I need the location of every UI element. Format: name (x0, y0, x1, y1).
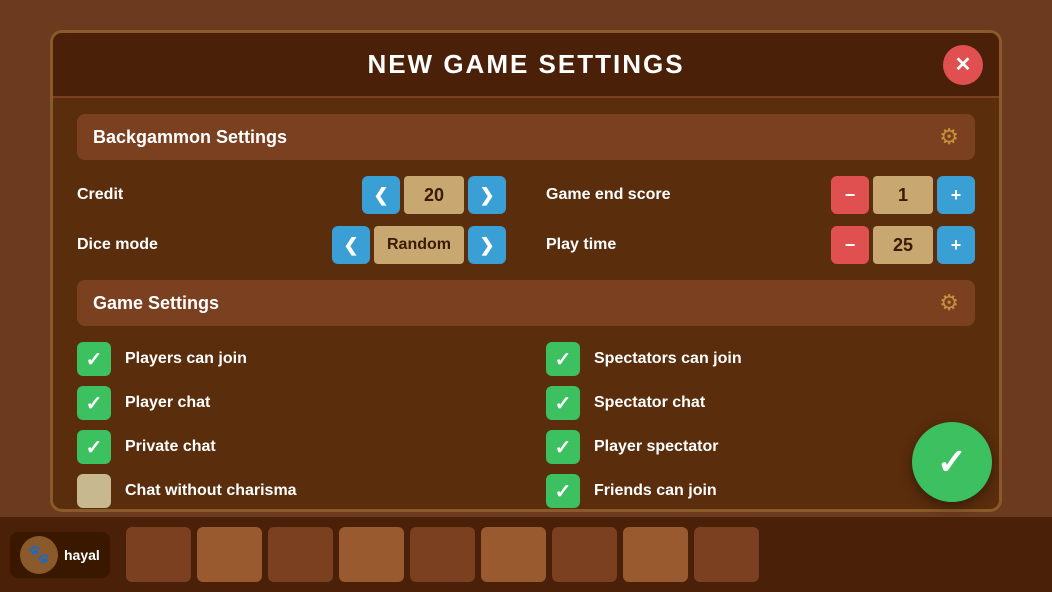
dice-mode-increase-button[interactable]: ❯ (468, 226, 506, 264)
checkbox-label: Spectator chat (594, 394, 705, 412)
checkbox-7[interactable]: ✓ (546, 474, 580, 508)
checkbox-5[interactable]: ✓ (546, 430, 580, 464)
checkbox-2[interactable]: ✓ (77, 386, 111, 420)
user-info: 🐾 hayal (10, 532, 110, 578)
slot-1 (126, 527, 191, 582)
dice-mode-value: Random (374, 226, 464, 264)
credit-label: Credit (77, 186, 177, 204)
checkbox-row: ✓ Friends can join (546, 474, 975, 508)
slot-4 (339, 527, 404, 582)
credit-decrease-button[interactable]: ❮ (362, 176, 400, 214)
checkbox-label: Chat without charisma (125, 482, 297, 500)
checkbox-label: Players can join (125, 350, 247, 368)
backgammon-section-title: Backgammon Settings (93, 127, 287, 148)
checkbox-3[interactable]: ✓ (546, 386, 580, 420)
credit-increase-button[interactable]: ❯ (468, 176, 506, 214)
backgammon-gear-icon: ⚙ (939, 124, 959, 150)
checkmark-icon: ✓ (555, 391, 572, 416)
slot-3 (268, 527, 333, 582)
bottom-slots (126, 527, 759, 582)
play-time-label: Play time (546, 236, 646, 254)
slot-6 (481, 527, 546, 582)
dice-mode-label: Dice mode (77, 236, 177, 254)
game-end-score-row: Game end score − 1 + (546, 176, 975, 214)
checkbox-row: Chat without charisma (77, 474, 506, 508)
credit-controls: ❮ 20 ❯ (362, 176, 506, 214)
checkbox-row: ✓ Player spectator (546, 430, 975, 464)
checkbox-0[interactable]: ✓ (77, 342, 111, 376)
backgammon-settings-grid: Credit ❮ 20 ❯ Game end score − 1 + Dice … (77, 176, 975, 264)
checkbox-1[interactable]: ✓ (546, 342, 580, 376)
game-settings-header: Game Settings ⚙ (77, 280, 975, 326)
dice-mode-row: Dice mode ❮ Random ❯ (77, 226, 506, 264)
modal-title: NEW GAME SETTINGS (367, 49, 684, 79)
play-time-value: 25 (873, 226, 933, 264)
checkbox-6[interactable] (77, 474, 111, 508)
slot-9 (694, 527, 759, 582)
checkbox-label: Spectators can join (594, 350, 742, 368)
slot-5 (410, 527, 475, 582)
checkbox-label: Private chat (125, 438, 216, 456)
game-end-score-value: 1 (873, 176, 933, 214)
credit-row: Credit ❮ 20 ❯ (77, 176, 506, 214)
modal-header: NEW GAME SETTINGS ✕ (53, 33, 999, 98)
confirm-button[interactable]: ✓ (912, 422, 992, 502)
checkbox-row: ✓ Private chat (77, 430, 506, 464)
dice-mode-controls: ❮ Random ❯ (332, 226, 506, 264)
slot-2 (197, 527, 262, 582)
modal-body: Backgammon Settings ⚙ Credit ❮ 20 ❯ Game… (53, 98, 999, 512)
play-time-decrease-button[interactable]: − (831, 226, 869, 264)
checkmark-icon: ✓ (86, 391, 103, 416)
checkbox-label: Player chat (125, 394, 210, 412)
close-button[interactable]: ✕ (943, 45, 983, 85)
checkmark-icon: ✓ (86, 347, 103, 372)
bottom-bar: 🐾 hayal (0, 517, 1052, 592)
game-settings-gear-icon: ⚙ (939, 290, 959, 316)
game-end-score-increase-button[interactable]: + (937, 176, 975, 214)
checkbox-label: Player spectator (594, 438, 719, 456)
checkbox-label: Friends can join (594, 482, 717, 500)
checkmark-icon: ✓ (86, 435, 103, 460)
checkbox-row: ✓ Player chat (77, 386, 506, 420)
checkbox-row: ✓ Spectators can join (546, 342, 975, 376)
dice-mode-decrease-button[interactable]: ❮ (332, 226, 370, 264)
game-end-score-decrease-button[interactable]: − (831, 176, 869, 214)
game-settings-section-title: Game Settings (93, 293, 219, 314)
play-time-row: Play time − 25 + (546, 226, 975, 264)
checkbox-row: ✓ Spectator chat (546, 386, 975, 420)
game-settings-modal: NEW GAME SETTINGS ✕ Backgammon Settings … (50, 30, 1002, 512)
checkmark-icon: ✓ (555, 435, 572, 460)
game-settings-checkboxes: ✓ Players can join ✓ Spectators can join ✓ Pl… (77, 342, 975, 508)
backgammon-settings-header: Backgammon Settings ⚙ (77, 114, 975, 160)
game-end-score-controls: − 1 + (831, 176, 975, 214)
username: hayal (64, 547, 100, 563)
avatar: 🐾 (20, 536, 58, 574)
play-time-controls: − 25 + (831, 226, 975, 264)
slot-7 (552, 527, 617, 582)
checkbox-4[interactable]: ✓ (77, 430, 111, 464)
confirm-check-icon: ✓ (937, 441, 967, 483)
play-time-increase-button[interactable]: + (937, 226, 975, 264)
slot-8 (623, 527, 688, 582)
game-end-score-label: Game end score (546, 186, 671, 204)
credit-value: 20 (404, 176, 464, 214)
checkbox-row: ✓ Players can join (77, 342, 506, 376)
checkmark-icon: ✓ (555, 347, 572, 372)
checkmark-icon: ✓ (555, 479, 572, 504)
